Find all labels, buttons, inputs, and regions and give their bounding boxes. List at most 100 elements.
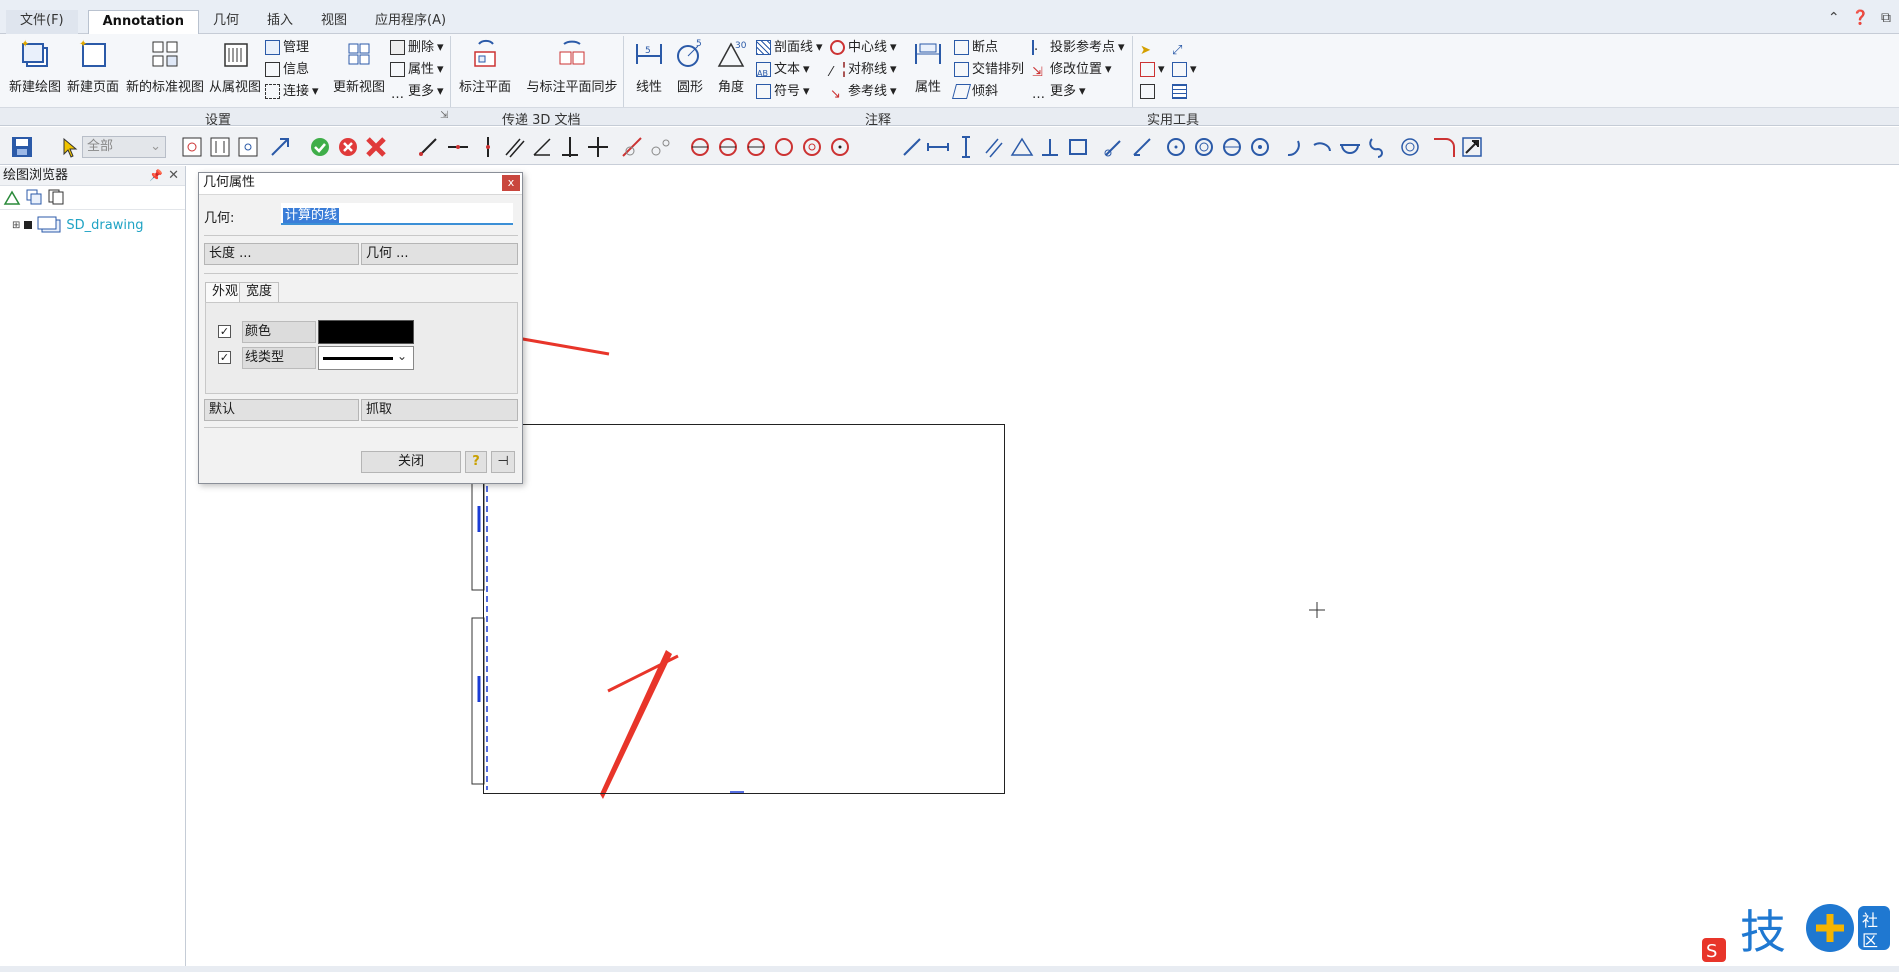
parallel-line-icon[interactable] [502,135,526,159]
sync-plane-button[interactable]: 与标注平面同步 [522,38,622,95]
dimension-vertical-icon[interactable] [954,135,978,159]
perpendicular-line-icon[interactable] [558,135,582,159]
cancel-icon[interactable] [336,135,360,159]
dimension-curve-icon[interactable] [1366,135,1390,159]
circle-concentric-icon[interactable] [800,135,824,159]
linetype-checkbox[interactable]: ✓ [218,351,231,364]
pin-icon[interactable]: 📌 [149,166,163,186]
dependent-view-button[interactable]: 从属视图 [204,38,266,95]
reference-line-button[interactable]: ↘ 参考线 ▾ [830,81,897,102]
help-icon[interactable]: ? [465,451,487,473]
angle-line-icon[interactable] [530,135,554,159]
dimension-arc-length-icon[interactable] [1282,135,1306,159]
tab-file[interactable]: 文件(F) [6,10,78,34]
dimension-arc-chord-icon[interactable] [1310,135,1334,159]
dimension-parallel-icon[interactable] [982,135,1006,159]
save-icon[interactable] [10,135,34,159]
dimension-circle-point-icon[interactable] [1248,135,1272,159]
edit-tool-button[interactable]: ▾ [1140,59,1165,80]
select-tool-button[interactable]: ➤ [1140,37,1155,58]
dialog-close-icon[interactable]: x [502,175,520,191]
delete-button[interactable]: 删除 ▾ [390,37,444,58]
linetype-select[interactable]: ⌄ [318,346,414,370]
dimension-arc-icon[interactable] [1102,135,1126,159]
pages-icon[interactable] [47,188,65,206]
modify-position-button[interactable]: ⇲ 修改位置 ▾ [1032,59,1112,80]
view-fit-icon[interactable] [208,135,232,159]
symbol-button[interactable]: 符号 ▾ [756,81,810,102]
dialog-launcher-icon[interactable]: ⇲ [440,110,448,121]
projection-reference-button[interactable]: · 投影参考点 ▾ [1032,37,1125,58]
dimension-radius-icon[interactable] [1164,135,1188,159]
view-select-icon[interactable] [180,135,204,159]
layers-icon[interactable] [25,188,43,206]
color-swatch[interactable] [318,320,414,344]
tab-view[interactable]: 视图 [307,10,361,34]
link-arrow-icon[interactable] [268,135,292,159]
dimension-horizontal-icon[interactable] [926,135,950,159]
circle-point-icon[interactable] [828,135,852,159]
dimension-arc-angle-icon[interactable] [1338,135,1362,159]
color-checkbox[interactable]: ✓ [218,325,231,338]
more-button[interactable]: … 更多 ▾ [390,81,444,102]
dimension-chamfer-icon[interactable] [1130,135,1154,159]
tree-item-drawing[interactable]: ⊞ SD_drawing [12,216,143,234]
circle-center-icon[interactable] [688,135,712,159]
tab-apps[interactable]: 应用程序(A) [361,10,460,34]
more-annotation-button[interactable]: … 更多 ▾ [1032,81,1086,102]
pin-icon[interactable]: ⊣ [491,451,515,473]
angle-dimension-button[interactable]: 30 角度 [700,38,762,95]
text-button[interactable]: AB 文本 ▾ [756,59,810,80]
tab-width[interactable]: 宽度 [239,282,280,302]
geometry-field[interactable]: 计算的线 [281,203,513,225]
expand-icon[interactable]: ⊞ [12,220,20,231]
circle-two-point-icon[interactable] [716,135,740,159]
tree-icon[interactable] [3,188,21,206]
close-button[interactable]: 关闭 [361,451,461,473]
cancel-all-icon[interactable] [364,135,388,159]
table-tool-button[interactable] [1140,81,1155,102]
grab-button[interactable]: 抓取 [361,399,518,421]
break-button[interactable]: 断点 [954,37,998,58]
symmetry-line-button[interactable]: ⁄ 对称线 ▾ [830,59,897,80]
vertical-line-icon[interactable] [476,135,500,159]
restore-window-icon[interactable]: ⧉ [1881,10,1891,26]
new-drawing-button[interactable]: ✦ 新建绘图 [4,38,66,95]
filter-combo[interactable]: 全部 ⌄ [82,136,166,158]
layout-tool-button[interactable]: ▾ [1172,59,1197,80]
default-button[interactable]: 默认 [204,399,359,421]
help-icon[interactable]: ❓ [1852,10,1869,26]
centerline-button[interactable]: 中心线 ▾ [830,37,897,58]
move-tool-button[interactable]: ⤢ [1172,37,1187,58]
dimension-angle-icon[interactable] [1010,135,1034,159]
update-view-button[interactable]: 更新视图 [328,38,390,95]
confirm-icon[interactable] [308,135,332,159]
length-button[interactable]: 长度 ... [204,243,359,265]
geometry-button[interactable]: 几何 ... [361,243,518,265]
circle-tangent-icon[interactable] [772,135,796,159]
info-button[interactable]: 信息 [265,59,309,80]
grid-tool-button[interactable] [1172,81,1187,102]
new-standard-view-button[interactable]: 新的标准视图 [126,38,204,95]
stagger-button[interactable]: 交错排列 [954,59,1024,80]
dimension-spiral-icon[interactable] [1398,135,1422,159]
dimension-line-icon[interactable] [900,135,924,159]
tangent-line-icon[interactable] [620,135,644,159]
collapse-ribbon-icon[interactable]: ⌃ [1828,10,1840,26]
line-tool-icon[interactable] [416,135,440,159]
tab-geometry[interactable]: 几何 [199,10,253,34]
dimension-box-icon[interactable] [1066,135,1090,159]
tab-annotation[interactable]: Annotation [87,10,199,34]
fillet-icon[interactable] [1432,135,1456,159]
corner-icon[interactable] [1460,135,1484,159]
dimension-diameter-icon[interactable] [1192,135,1216,159]
annotation-plane-button[interactable]: 标注平面 [454,38,516,95]
manage-button[interactable]: 管理 [265,37,309,58]
close-icon[interactable]: ✕ [168,166,179,186]
attribute-button[interactable]: 属性 [900,38,956,95]
properties-button[interactable]: 属性 ▾ [390,59,444,80]
hatch-button[interactable]: 剖面线 ▾ [756,37,823,58]
view-detail-icon[interactable] [236,135,260,159]
new-page-button[interactable]: ✦ 新建页面 [62,38,124,95]
dimension-ordinate-icon[interactable] [1038,135,1062,159]
